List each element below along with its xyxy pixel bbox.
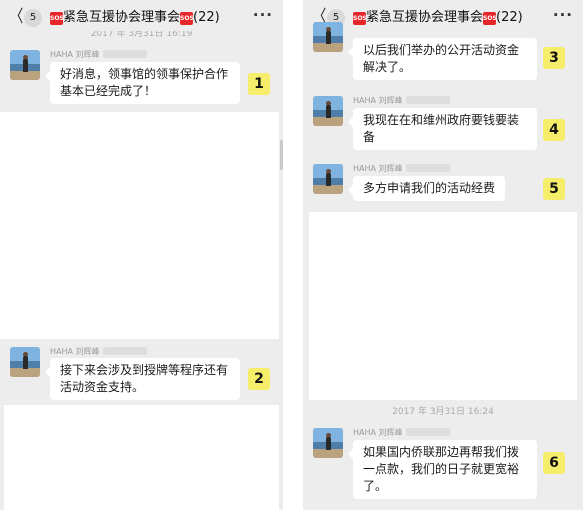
back-button[interactable]: 〈 bbox=[10, 8, 24, 26]
image-placeholder bbox=[0, 112, 279, 339]
member-count: (22) bbox=[496, 10, 523, 25]
time-divider: 2017 年 3月31日 16:19 bbox=[90, 31, 193, 39]
sender-name: HAHA 刘辉峰 bbox=[50, 49, 147, 60]
annotation-marker: 3 bbox=[543, 47, 565, 69]
more-options-icon[interactable]: ··· bbox=[553, 6, 573, 24]
sender-name: HAHA 刘辉峰 bbox=[50, 346, 147, 357]
sender-avatar[interactable] bbox=[10, 50, 40, 80]
annotation-marker: 2 bbox=[248, 368, 270, 390]
scrollbar[interactable] bbox=[280, 140, 283, 170]
message-bubble[interactable]: 好消息，领事馆的领事保护合作基本已经完成了！ bbox=[45, 62, 240, 104]
annotation-marker: 5 bbox=[543, 178, 565, 200]
message-bubble[interactable]: 以后我们举办的公开活动资金解决了。 bbox=[348, 38, 537, 80]
sender-name: HAHA 刘辉峰 bbox=[353, 427, 450, 438]
chat-title: SOS紧急互援协会理事会SOS(22) bbox=[50, 9, 220, 27]
group-name: 紧急互援协会理事会 bbox=[366, 10, 484, 25]
annotation-marker: 6 bbox=[543, 452, 565, 474]
sender-avatar[interactable] bbox=[10, 347, 40, 377]
message-bubble[interactable]: 接下来会涉及到授牌等程序还有活动资金支持。 bbox=[45, 358, 240, 400]
time-divider: 2017 年 3月31日 16:24 bbox=[392, 407, 494, 417]
sender-avatar[interactable] bbox=[313, 96, 343, 126]
sender-name: HAHA 刘辉峰 bbox=[353, 95, 450, 106]
message-bubble[interactable]: 多方申请我们的活动经费 bbox=[347, 176, 506, 201]
image-placeholder bbox=[309, 212, 577, 400]
sender-avatar[interactable] bbox=[313, 428, 343, 458]
chat-navbar: 〈 5 SOS紧急互援协会理事会SOS(22) ··· bbox=[303, 0, 583, 36]
message-bubble[interactable]: 如果国内侨联那边再帮我们拨一点款，我们的日子就更宽裕了。 bbox=[348, 440, 537, 499]
image-placeholder bbox=[4, 405, 279, 510]
unread-count-badge[interactable]: 5 bbox=[24, 9, 42, 27]
sender-name: HAHA 刘辉峰 bbox=[353, 163, 450, 174]
sos-emoji-icon: SOS bbox=[353, 12, 367, 25]
sender-avatar[interactable] bbox=[313, 22, 343, 52]
chat-screen-left: 〈 5 SOS紧急互援协会理事会SOS(22) ··· 2017 年 3月31日… bbox=[0, 0, 283, 510]
annotation-marker: 4 bbox=[543, 119, 565, 141]
sos-emoji-icon: SOS bbox=[50, 12, 64, 25]
sos-emoji-icon: SOS bbox=[483, 12, 497, 25]
group-name: 紧急互援协会理事会 bbox=[63, 10, 181, 25]
annotation-marker: 1 bbox=[248, 73, 270, 95]
sender-avatar[interactable] bbox=[313, 164, 343, 194]
sos-emoji-icon: SOS bbox=[180, 12, 194, 25]
message-bubble[interactable]: 我现在在和维州政府要钱要装备 bbox=[348, 108, 537, 150]
more-options-icon[interactable]: ··· bbox=[253, 6, 273, 24]
chat-screen-right: 〈 5 SOS紧急互援协会理事会SOS(22) ··· 以后我们举办的公开活动资… bbox=[303, 0, 583, 510]
member-count: (22) bbox=[193, 10, 220, 25]
chat-title: SOS紧急互援协会理事会SOS(22) bbox=[353, 9, 523, 27]
